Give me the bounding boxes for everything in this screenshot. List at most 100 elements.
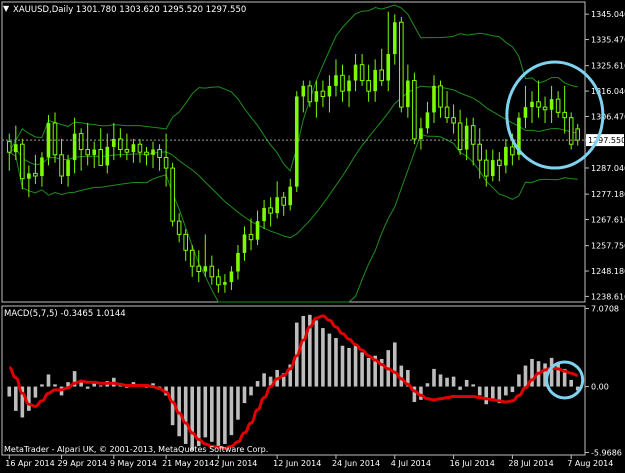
macd-histogram-bar[interactable] bbox=[556, 363, 560, 387]
candle-body-bull bbox=[327, 85, 332, 97]
macd-histogram-bar[interactable] bbox=[340, 345, 345, 387]
macd-histogram-bar[interactable] bbox=[46, 374, 51, 387]
candle-body-bear bbox=[542, 106, 548, 111]
chart-menu-icon[interactable]: ▼ bbox=[3, 4, 10, 13]
price-ytick-label: 1335.470 bbox=[591, 36, 625, 45]
candle-body-bull bbox=[347, 80, 351, 92]
candle-body-bull bbox=[294, 96, 299, 187]
macd-histogram-bar[interactable] bbox=[471, 384, 475, 387]
candle-body-bull bbox=[386, 54, 391, 81]
macd-histogram-bar[interactable] bbox=[484, 386, 489, 405]
candle-body-bull bbox=[392, 22, 397, 55]
candle[interactable] bbox=[399, 16, 404, 113]
candle-body-bear bbox=[52, 122, 58, 156]
macd-histogram-bar[interactable] bbox=[255, 381, 260, 387]
candle-body-bull bbox=[504, 146, 508, 166]
macd-histogram-bar[interactable] bbox=[190, 386, 195, 451]
x-tick-label: 12 Jun 2014 bbox=[273, 459, 321, 468]
macd-histogram-bar[interactable] bbox=[569, 379, 573, 387]
candle[interactable] bbox=[170, 162, 175, 227]
candle-body-bear bbox=[98, 149, 104, 166]
macd-histogram-bar[interactable] bbox=[321, 328, 325, 387]
macd-histogram-bar[interactable] bbox=[242, 386, 247, 404]
candle-body-bear bbox=[477, 143, 483, 161]
candle-body-bear bbox=[457, 122, 463, 151]
macd-histogram-bar[interactable] bbox=[262, 373, 266, 387]
macd-histogram-bar[interactable] bbox=[347, 347, 351, 387]
x-tick-label: 29 Apr 2014 bbox=[58, 459, 107, 468]
candle-body-bear bbox=[307, 85, 313, 103]
macd-histogram-bar[interactable] bbox=[216, 386, 221, 449]
chart-canvas[interactable]: 1345.0401335.4701325.6101316.0401306.470… bbox=[0, 0, 625, 469]
macd-histogram-bar[interactable] bbox=[366, 357, 371, 387]
macd-histogram-bar[interactable] bbox=[432, 368, 436, 387]
macd-histogram-bar[interactable] bbox=[399, 365, 404, 387]
macd-histogram-bar[interactable] bbox=[517, 374, 521, 387]
macd-histogram-bar[interactable] bbox=[392, 342, 397, 387]
candle[interactable] bbox=[412, 72, 417, 145]
price-ytick-label: 1287.040 bbox=[591, 164, 625, 173]
macd-histogram-bar[interactable] bbox=[40, 384, 44, 387]
macd-histogram-bar[interactable] bbox=[504, 386, 508, 396]
candle-body-bear bbox=[216, 276, 221, 286]
macd-histogram-bar[interactable] bbox=[438, 374, 443, 387]
candle-body-bull bbox=[314, 91, 319, 102]
macd-histogram-bar[interactable] bbox=[490, 386, 495, 400]
candle-body-bear bbox=[281, 196, 286, 206]
price-ytick-label: 1238.610 bbox=[591, 292, 625, 301]
candle-body-bull bbox=[373, 69, 377, 92]
macd-histogram-bar[interactable] bbox=[327, 333, 332, 387]
macd-histogram-bar[interactable] bbox=[549, 357, 554, 387]
copyright-text: MetaTrader - Alpari UK, © 2001-2013, Met… bbox=[4, 445, 268, 454]
macd-histogram-bar[interactable] bbox=[27, 386, 31, 411]
chart-window[interactable]: 1345.0401335.4701325.6101316.0401306.470… bbox=[0, 0, 625, 469]
price-ytick-label: 1257.750 bbox=[591, 242, 625, 251]
macd-histogram-bar[interactable] bbox=[464, 379, 469, 387]
macd-histogram-bar[interactable] bbox=[14, 386, 18, 411]
macd-histogram-bar[interactable] bbox=[229, 386, 234, 436]
candle-body-bull bbox=[262, 207, 266, 222]
macd-histogram-bar[interactable] bbox=[98, 385, 103, 387]
macd-histogram-bar[interactable] bbox=[425, 383, 430, 387]
macd-histogram-bar[interactable] bbox=[223, 386, 227, 444]
candle[interactable] bbox=[294, 91, 299, 192]
candle-body-bull bbox=[549, 99, 554, 110]
candle-body-bull bbox=[406, 80, 410, 108]
macd-histogram-bar[interactable] bbox=[33, 386, 38, 398]
macd-histogram-bar[interactable] bbox=[301, 315, 306, 387]
macd-histogram-bar[interactable] bbox=[523, 365, 528, 387]
candle-body-bear bbox=[438, 85, 443, 108]
candle-body-bear bbox=[183, 233, 188, 251]
candle-body-bear bbox=[320, 90, 326, 97]
candle-body-bear bbox=[85, 149, 90, 156]
price-ytick-label: 1345.040 bbox=[591, 10, 625, 19]
macd-histogram-bar[interactable] bbox=[210, 386, 214, 442]
candle-body-bull bbox=[236, 252, 240, 272]
macd-histogram-bar[interactable] bbox=[510, 386, 515, 393]
candle[interactable] bbox=[568, 112, 574, 150]
macd-histogram-bar[interactable] bbox=[477, 386, 482, 396]
macd-histogram-bar[interactable] bbox=[314, 320, 319, 387]
macd-histogram-bar[interactable] bbox=[7, 386, 12, 397]
macd-histogram-bar[interactable] bbox=[203, 386, 208, 438]
macd-histogram-bar[interactable] bbox=[53, 384, 57, 387]
candle-body-bear bbox=[20, 143, 25, 180]
candle-body-bull bbox=[229, 271, 234, 283]
macd-histogram-bar[interactable] bbox=[249, 386, 253, 396]
x-tick-label: 24 Jun 2014 bbox=[332, 459, 380, 468]
macd-histogram-bar[interactable] bbox=[236, 386, 240, 420]
macd-histogram-bar[interactable] bbox=[183, 386, 188, 444]
candle-body-bull bbox=[432, 85, 436, 113]
macd-histogram-bar[interactable] bbox=[451, 376, 456, 387]
macd-histogram-bar[interactable] bbox=[419, 386, 423, 400]
macd-histogram-bar[interactable] bbox=[85, 386, 90, 389]
macd-histogram-bar[interactable] bbox=[334, 338, 338, 387]
candle-body-bear bbox=[366, 80, 371, 92]
candle-body-bull bbox=[27, 173, 31, 179]
candle-body-bull bbox=[40, 157, 44, 177]
macd-histogram-bar[interactable] bbox=[353, 343, 358, 387]
macd-histogram-bar[interactable] bbox=[445, 377, 449, 387]
macd-histogram-bar[interactable] bbox=[458, 386, 462, 390]
macd-histogram-bar[interactable] bbox=[360, 352, 364, 387]
candle-body-bull bbox=[301, 85, 306, 97]
